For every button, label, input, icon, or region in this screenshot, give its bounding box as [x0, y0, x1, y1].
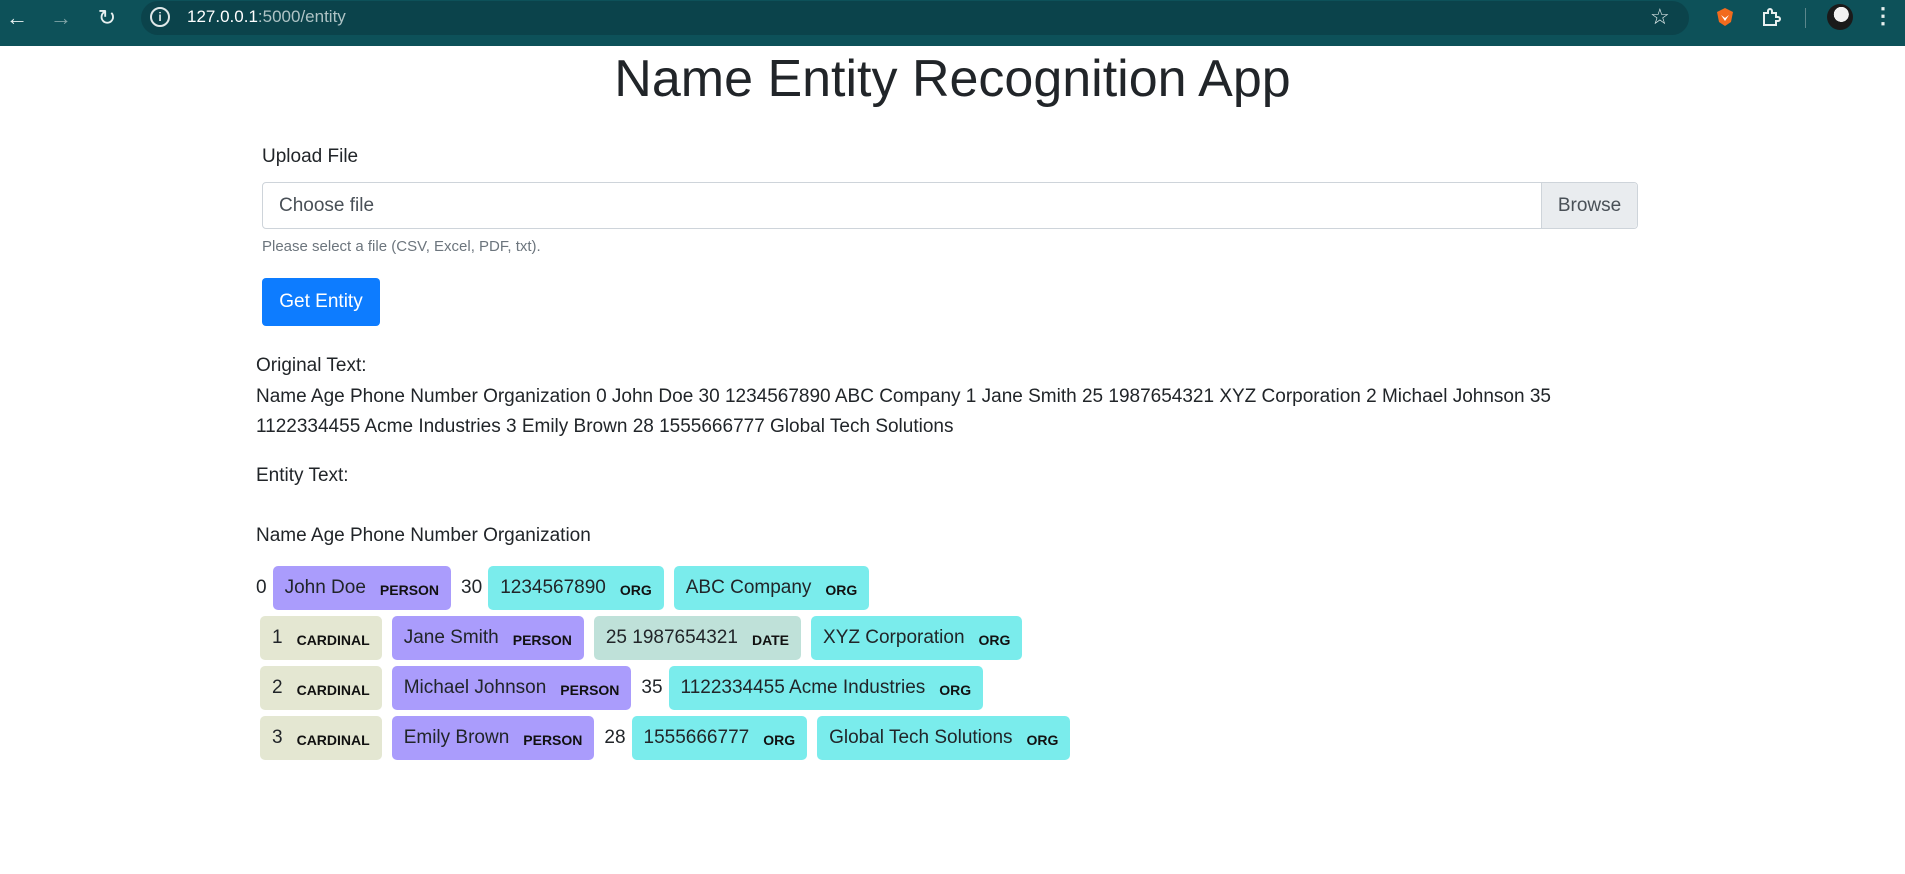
- get-entity-button[interactable]: Get Entity: [262, 278, 380, 326]
- entity-label: CARDINAL: [296, 732, 370, 748]
- plain-token: 30: [461, 577, 483, 598]
- entity-text: 2: [272, 677, 283, 698]
- plain-token: 0: [256, 577, 267, 598]
- entity-text: Jane Smith: [403, 627, 499, 648]
- reload-icon[interactable]: ↻: [92, 0, 122, 35]
- entity-mark-cardinal: 3 CARDINAL: [260, 716, 382, 760]
- toolbar-separator: [1805, 8, 1806, 28]
- entity-mark-org: Global Tech Solutions ORG: [817, 716, 1071, 760]
- address-bar[interactable]: [141, 1, 1689, 35]
- entity-mark-org: XYZ Corporation ORG: [811, 616, 1023, 660]
- url-path: :5000/entity: [257, 7, 346, 26]
- entity-label: PERSON: [523, 732, 583, 748]
- entity-mark-person: John Doe PERSON: [272, 566, 452, 610]
- profile-avatar[interactable]: [1827, 4, 1853, 30]
- entity-mark-cardinal: 2 CARDINAL: [260, 666, 382, 710]
- entity-mark-cardinal: 1 CARDINAL: [260, 616, 382, 660]
- entity-line: 2 CARDINAL Michael Johnson PERSON 35 11223344…: [256, 665, 993, 711]
- entity-label: ORG: [939, 682, 972, 698]
- original-text: Name Age Phone Number Organization 0 Joh…: [256, 386, 1551, 437]
- browse-button[interactable]: Browse: [1541, 183, 1637, 228]
- upload-label: Upload File: [262, 146, 359, 167]
- entity-text: Emily Brown: [403, 727, 510, 748]
- entity-mark-org: 1234567890 ORG: [488, 566, 664, 610]
- entity-label: PERSON: [379, 582, 440, 598]
- bookmark-star-icon[interactable]: ☆: [1650, 4, 1670, 30]
- entity-label: ORG: [978, 632, 1011, 648]
- plain-token: 28: [604, 727, 626, 748]
- page-title: Name Entity Recognition App: [614, 50, 1291, 108]
- file-help-text: Please select a file (CSV, Excel, PDF, t…: [262, 238, 541, 255]
- entity-mark-org: 1555666777 ORG: [631, 716, 808, 760]
- back-icon[interactable]: ←: [2, 0, 32, 35]
- entity-mark-person: Emily Brown PERSON: [391, 716, 595, 760]
- entity-label: ORG: [619, 582, 652, 598]
- url-host: 127.0.0.1: [187, 7, 258, 26]
- entity-text: John Doe: [284, 577, 366, 598]
- entity-text-label: Entity Text:: [256, 465, 349, 486]
- entity-text: 1122334455 Acme Industries: [680, 677, 926, 698]
- entity-label: CARDINAL: [296, 632, 370, 648]
- entity-line: 3 CARDINAL Emily Brown PERSON 28 1555666777 OR…: [256, 715, 1080, 761]
- entity-label: CARDINAL: [296, 682, 370, 698]
- url-text[interactable]: 127.0.0.1:5000/entity: [187, 7, 346, 27]
- entity-text: ABC Company: [685, 577, 812, 598]
- original-text-label: Original Text:: [256, 355, 367, 376]
- entity-label: ORG: [825, 582, 858, 598]
- entity-label: ORG: [763, 732, 796, 748]
- entity-text: Michael Johnson: [403, 677, 547, 698]
- entity-mark-date: 25 1987654321 DATE: [593, 616, 802, 660]
- file-placeholder: Choose file: [279, 195, 375, 216]
- file-input[interactable]: Choose file Browse: [262, 182, 1638, 229]
- site-info-icon[interactable]: i: [150, 7, 170, 27]
- entity-header-line: Name Age Phone Number Organization: [256, 525, 591, 546]
- entity-text: 1: [272, 627, 283, 648]
- brave-extension-icon[interactable]: [1714, 7, 1736, 27]
- entity-label: PERSON: [512, 632, 572, 648]
- entity-text: 3: [272, 727, 283, 748]
- entity-label: DATE: [751, 632, 790, 648]
- entity-line: 1 CARDINAL Jane Smith PERSON 25 1987654321 DA…: [256, 615, 1032, 661]
- entity-mark-person: Michael Johnson PERSON: [391, 666, 632, 710]
- entity-text: 1234567890: [500, 577, 606, 598]
- forward-icon[interactable]: →: [46, 0, 76, 35]
- entity-text: 25 1987654321: [605, 627, 738, 648]
- entity-line: 0 John Doe PERSON 30 1234567890 ORG ABC Compan…: [256, 565, 879, 611]
- entity-mark-person: Jane Smith PERSON: [391, 616, 584, 660]
- entity-label: PERSON: [560, 682, 620, 698]
- plain-token: 35: [641, 677, 663, 698]
- entity-mark-org: ABC Company ORG: [673, 566, 870, 610]
- extensions-puzzle-icon[interactable]: [1760, 6, 1782, 28]
- browser-toolbar: ← → ↻ i 127.0.0.1:5000/entity ☆ ⋮: [0, 0, 1905, 46]
- entity-label: ORG: [1026, 732, 1059, 748]
- kebab-menu-icon[interactable]: ⋮: [1872, 3, 1894, 29]
- entity-mark-org: 1122334455 Acme Industries ORG: [668, 666, 984, 710]
- entity-text: 1555666777: [643, 727, 750, 748]
- entity-text: XYZ Corporation: [823, 627, 965, 648]
- entity-text: Global Tech Solutions: [829, 727, 1013, 748]
